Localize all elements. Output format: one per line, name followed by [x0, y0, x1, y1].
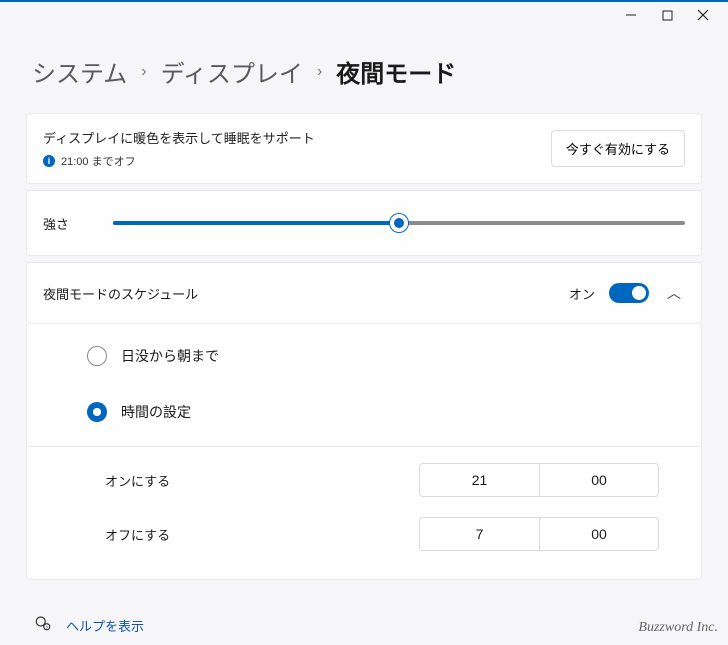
close-button[interactable] — [696, 8, 710, 22]
turn-off-row: オフにする 7 00 — [27, 507, 701, 561]
maximize-button[interactable] — [660, 8, 674, 22]
turn-on-minute[interactable]: 00 — [539, 463, 659, 497]
turn-on-row: オンにする 21 00 — [27, 453, 701, 507]
strength-card: 強さ — [26, 190, 702, 256]
schedule-header[interactable]: 夜間モードのスケジュール オン ︿ — [26, 262, 702, 324]
radio-sethours-label: 時間の設定 — [121, 402, 191, 422]
radio-sunset-label: 日没から朝まで — [121, 346, 219, 366]
help-link[interactable]: ヘルプを表示 — [66, 616, 144, 635]
status-text: 21:00 までオフ — [61, 153, 136, 169]
breadcrumb-display[interactable]: ディスプレイ — [161, 54, 303, 89]
turn-off-hour[interactable]: 7 — [419, 517, 539, 551]
turn-on-now-button[interactable]: 今すぐ有効にする — [551, 130, 685, 167]
turn-off-minute[interactable]: 00 — [539, 517, 659, 551]
status-row: i 21:00 までオフ — [43, 153, 315, 169]
radio-sethours-row[interactable]: 時間の設定 — [27, 384, 701, 440]
page-title: 夜間モード — [336, 54, 456, 89]
footer-brand: Buzzword Inc. — [638, 620, 718, 636]
help-row: ? ヘルプを表示 — [26, 586, 702, 645]
strength-label: 強さ — [43, 214, 83, 233]
minimize-button[interactable] — [624, 8, 638, 22]
help-icon: ? — [34, 614, 52, 637]
chevron-up-icon[interactable]: ︿ — [663, 281, 685, 305]
schedule-state-label: オン — [569, 284, 595, 303]
schedule-body: 日没から朝まで 時間の設定 オンにする 21 00 オフにする 7 00 — [26, 324, 702, 580]
radio-sethours[interactable] — [87, 402, 107, 422]
schedule-title: 夜間モードのスケジュール — [43, 284, 198, 303]
turn-off-label: オフにする — [105, 525, 170, 544]
radio-sunset-row[interactable]: 日没から朝まで — [27, 328, 701, 384]
intro-card: ディスプレイに暖色を表示して睡眠をサポート i 21:00 までオフ 今すぐ有効… — [26, 113, 702, 184]
radio-sunset[interactable] — [87, 346, 107, 366]
turn-on-label: オンにする — [105, 471, 170, 490]
breadcrumb-system[interactable]: システム — [32, 54, 127, 89]
intro-description: ディスプレイに暖色を表示して睡眠をサポート — [43, 128, 315, 147]
schedule-toggle[interactable] — [609, 283, 649, 303]
window-titlebar — [0, 2, 728, 28]
chevron-right-icon: › — [141, 63, 146, 81]
info-icon: i — [43, 155, 55, 167]
chevron-right-icon: › — [317, 63, 322, 81]
strength-slider[interactable] — [113, 213, 685, 233]
turn-on-hour[interactable]: 21 — [419, 463, 539, 497]
breadcrumb: システム › ディスプレイ › 夜間モード — [32, 54, 696, 89]
